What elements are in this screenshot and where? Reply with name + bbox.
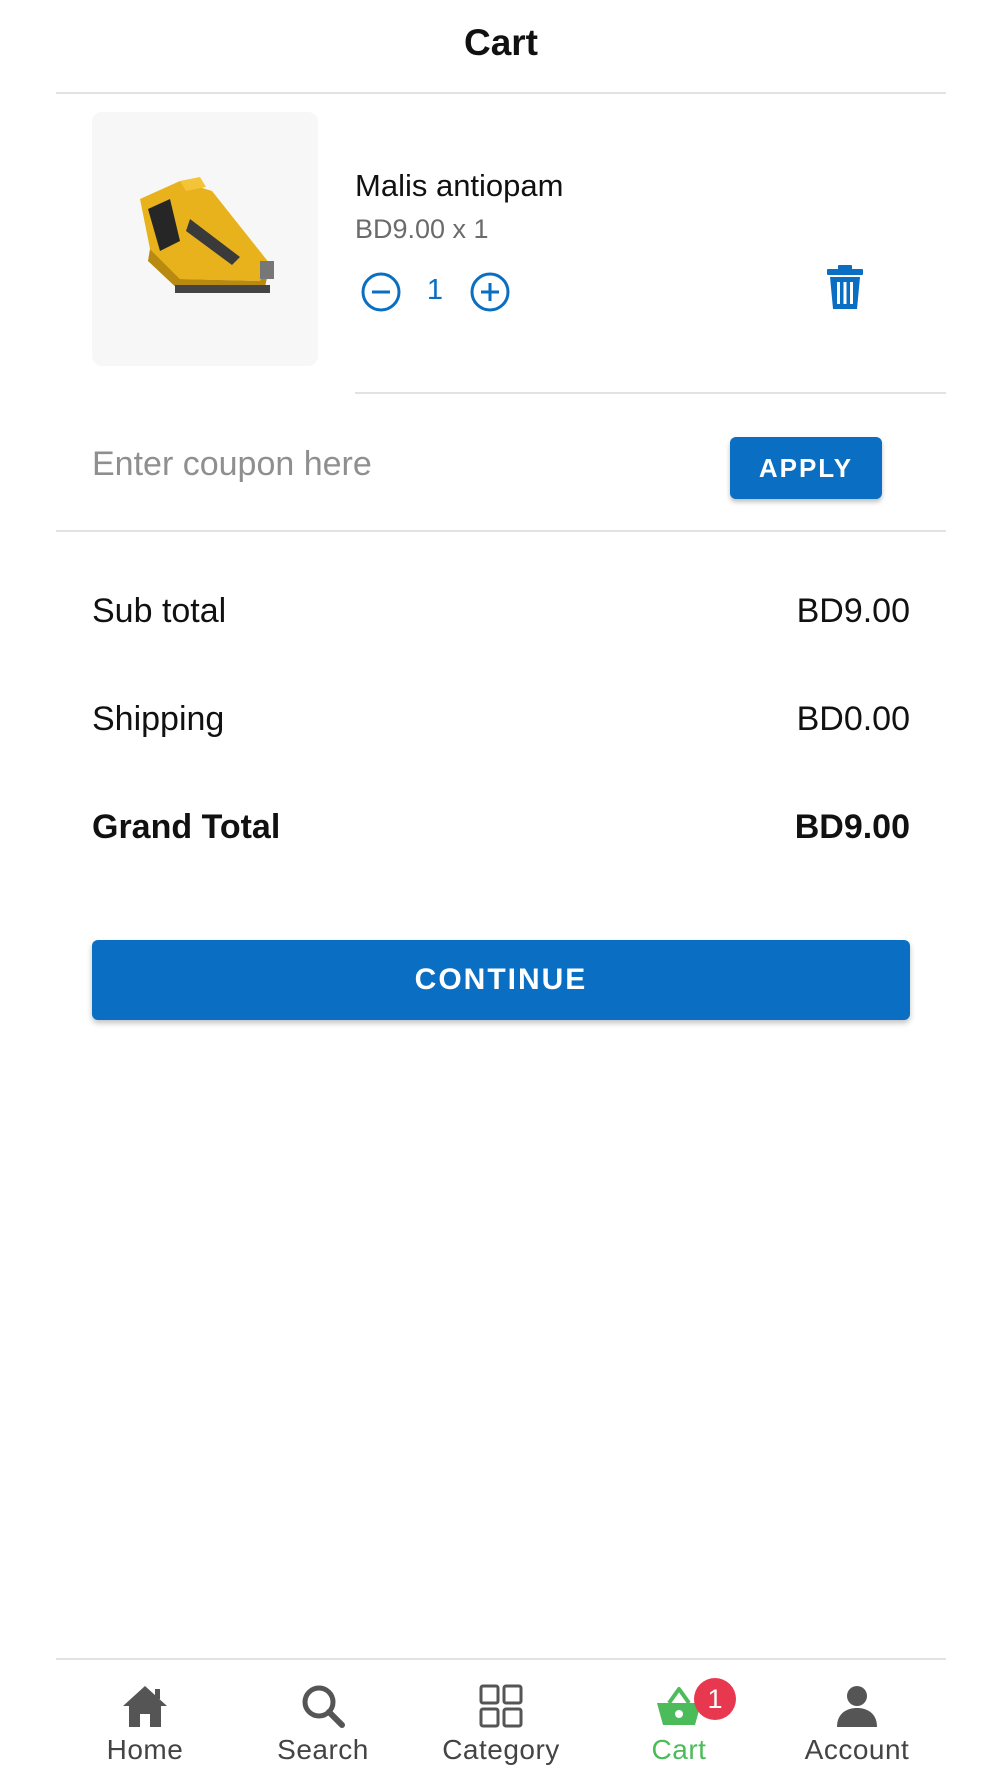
nav-item-category[interactable]: Category — [416, 1660, 586, 1766]
grand-total-row: Grand Total BD9.00 — [92, 808, 910, 847]
stapler-product-image — [140, 177, 274, 293]
subtotal-value: BD9.00 — [796, 592, 910, 630]
shipping-label: Shipping — [92, 700, 225, 738]
app-header: Cart — [56, 0, 946, 94]
search-icon — [298, 1682, 348, 1730]
increase-quantity-button[interactable] — [468, 270, 512, 314]
subtotal-row: Sub total BD9.00 — [92, 592, 910, 631]
continue-button[interactable]: CONTINUE — [92, 940, 910, 1020]
bottom-nav: Home Search Category 1 Cart Account — [56, 1660, 946, 1778]
person-icon — [832, 1682, 882, 1730]
coupon-divider — [56, 530, 946, 532]
nav-label-account: Account — [804, 1734, 910, 1765]
coupon-input[interactable] — [92, 436, 692, 492]
nav-item-search[interactable]: Search — [238, 1660, 408, 1766]
apply-coupon-button[interactable]: APPLY — [730, 437, 882, 499]
decrease-quantity-button[interactable] — [359, 270, 403, 314]
minus-circle-icon — [361, 272, 401, 312]
product-image[interactable] — [92, 112, 318, 366]
subtotal-label: Sub total — [92, 592, 227, 630]
nav-label-search: Search — [277, 1734, 369, 1765]
cart-count-badge: 1 — [694, 1678, 736, 1720]
nav-label-home: Home — [106, 1734, 184, 1765]
home-icon — [120, 1682, 170, 1730]
nav-item-home[interactable]: Home — [60, 1660, 230, 1766]
trash-icon — [827, 265, 863, 309]
cart-screen: Cart Malis antiopam BD9.00 x 1 1 Enter c… — [0, 0, 1000, 1778]
nav-label-cart: Cart — [651, 1734, 707, 1765]
delete-item-button[interactable] — [822, 262, 868, 312]
plus-circle-icon — [470, 272, 510, 312]
product-price-line: BD9.00 x 1 — [355, 214, 489, 244]
nav-item-account[interactable]: Account — [772, 1660, 942, 1766]
grid-icon — [476, 1682, 526, 1730]
item-divider — [355, 392, 946, 394]
nav-item-cart[interactable]: 1 Cart — [594, 1660, 764, 1766]
quantity-value: 1 — [426, 274, 444, 306]
shipping-value: BD0.00 — [796, 700, 910, 738]
shipping-row: Shipping BD0.00 — [92, 700, 910, 739]
nav-label-category: Category — [442, 1734, 560, 1765]
product-name: Malis antiopam — [355, 168, 564, 203]
grand-total-label: Grand Total — [92, 808, 281, 846]
page-title: Cart — [463, 22, 539, 63]
grand-total-value: BD9.00 — [794, 808, 910, 846]
